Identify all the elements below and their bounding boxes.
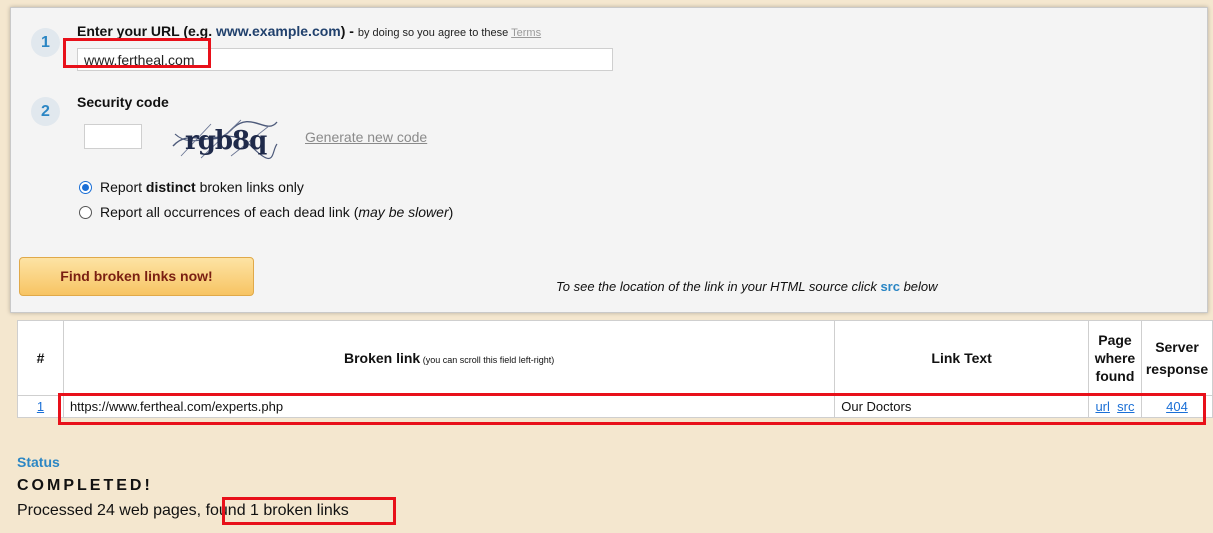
status-heading: Status	[17, 454, 60, 470]
find-broken-links-button[interactable]: Find broken links now!	[19, 257, 254, 296]
row-link-text: Our Doctors	[834, 395, 1089, 418]
header-page-where-found: Page where found	[1087, 320, 1142, 396]
status-detail: Processed 24 web pages, found 1 broken l…	[17, 502, 349, 520]
radio-all-italic: may be slower	[358, 204, 449, 220]
radio-distinct-label: Report distinct broken links only	[100, 179, 304, 195]
url-label: Enter your URL (e.g. www.example.com) - …	[77, 23, 541, 39]
radio-all-pre: Report all occurrences of each dead link…	[100, 204, 359, 220]
radio-distinct-post: broken links only	[195, 179, 304, 195]
security-code-input[interactable]	[84, 124, 142, 149]
status-detail-pre: Processed 24 web pages,	[17, 502, 206, 519]
src-hint: To see the location of the link in your …	[556, 279, 938, 294]
step-2-badge: 2	[31, 97, 60, 126]
row-url-link[interactable]: url	[1095, 399, 1109, 414]
header-num: #	[17, 320, 64, 396]
header-page-line-2: where	[1094, 350, 1136, 366]
table-header-row: # Broken link (you can scroll this field…	[17, 320, 1213, 396]
radio-distinct[interactable]	[79, 180, 92, 194]
url-label-text: Enter your URL (e.g.	[77, 23, 216, 39]
header-response-line-1: Server	[1155, 339, 1199, 355]
hint-src: src	[880, 279, 900, 294]
row-server-response: 404	[1140, 395, 1213, 418]
radio-all-post: )	[448, 204, 454, 220]
row-src-link[interactable]: src	[1117, 399, 1134, 414]
radio-all[interactable]	[79, 205, 92, 219]
hint-pre: To see the location of the link in your …	[556, 279, 881, 294]
generate-code-link[interactable]: Generate new code	[305, 129, 427, 145]
row-num-link[interactable]: 1	[37, 399, 44, 414]
row-page-where-found: url src	[1087, 395, 1142, 418]
captcha-text: rgb8q	[185, 126, 267, 156]
security-code-label: Security code	[77, 94, 169, 110]
url-input[interactable]: www.fertheal.com	[77, 48, 613, 71]
table-row: 1 https://www.fertheal.com/experts.php O…	[17, 395, 1213, 418]
header-link-text: Link Text	[834, 320, 1089, 396]
row-broken-url[interactable]: https://www.fertheal.com/experts.php	[62, 395, 836, 418]
step-1-badge: 1	[31, 28, 60, 57]
radio-all-label: Report all occurrences of each dead link…	[100, 204, 453, 220]
radio-all-row[interactable]: Report all occurrences of each dead link…	[79, 204, 453, 220]
hint-post: below	[899, 279, 938, 294]
row-num[interactable]: 1	[17, 395, 64, 418]
captcha-image: rgb8q	[172, 119, 278, 159]
status-value: COMPLETED!	[17, 477, 153, 494]
results-table: # Broken link (you can scroll this field…	[17, 320, 1213, 418]
header-broken-link: Broken link (you can scroll this field l…	[62, 320, 836, 396]
header-response-line-2: response	[1145, 361, 1209, 377]
page: 1 Enter your URL (e.g. www.example.com) …	[0, 0, 1213, 533]
url-label-end: ) -	[340, 23, 358, 39]
url-example: www.example.com	[215, 23, 341, 39]
row-response-link[interactable]: 404	[1166, 399, 1188, 414]
header-page-line-3: found	[1095, 368, 1135, 384]
radio-distinct-row[interactable]: Report distinct broken links only	[79, 179, 304, 195]
header-broken-link-label: Broken link	[343, 350, 421, 366]
terms-link[interactable]: Terms	[511, 27, 541, 39]
radio-distinct-pre: Report	[100, 179, 146, 195]
radio-distinct-bold: distinct	[145, 179, 196, 195]
status-found-count: found 1 broken links	[205, 502, 349, 519]
header-broken-link-note: (you can scroll this field left-right)	[420, 355, 555, 365]
header-server-response: Server response	[1140, 320, 1213, 396]
header-page-line-1: Page	[1098, 332, 1132, 348]
agree-text: by doing so you agree to these	[357, 27, 512, 39]
